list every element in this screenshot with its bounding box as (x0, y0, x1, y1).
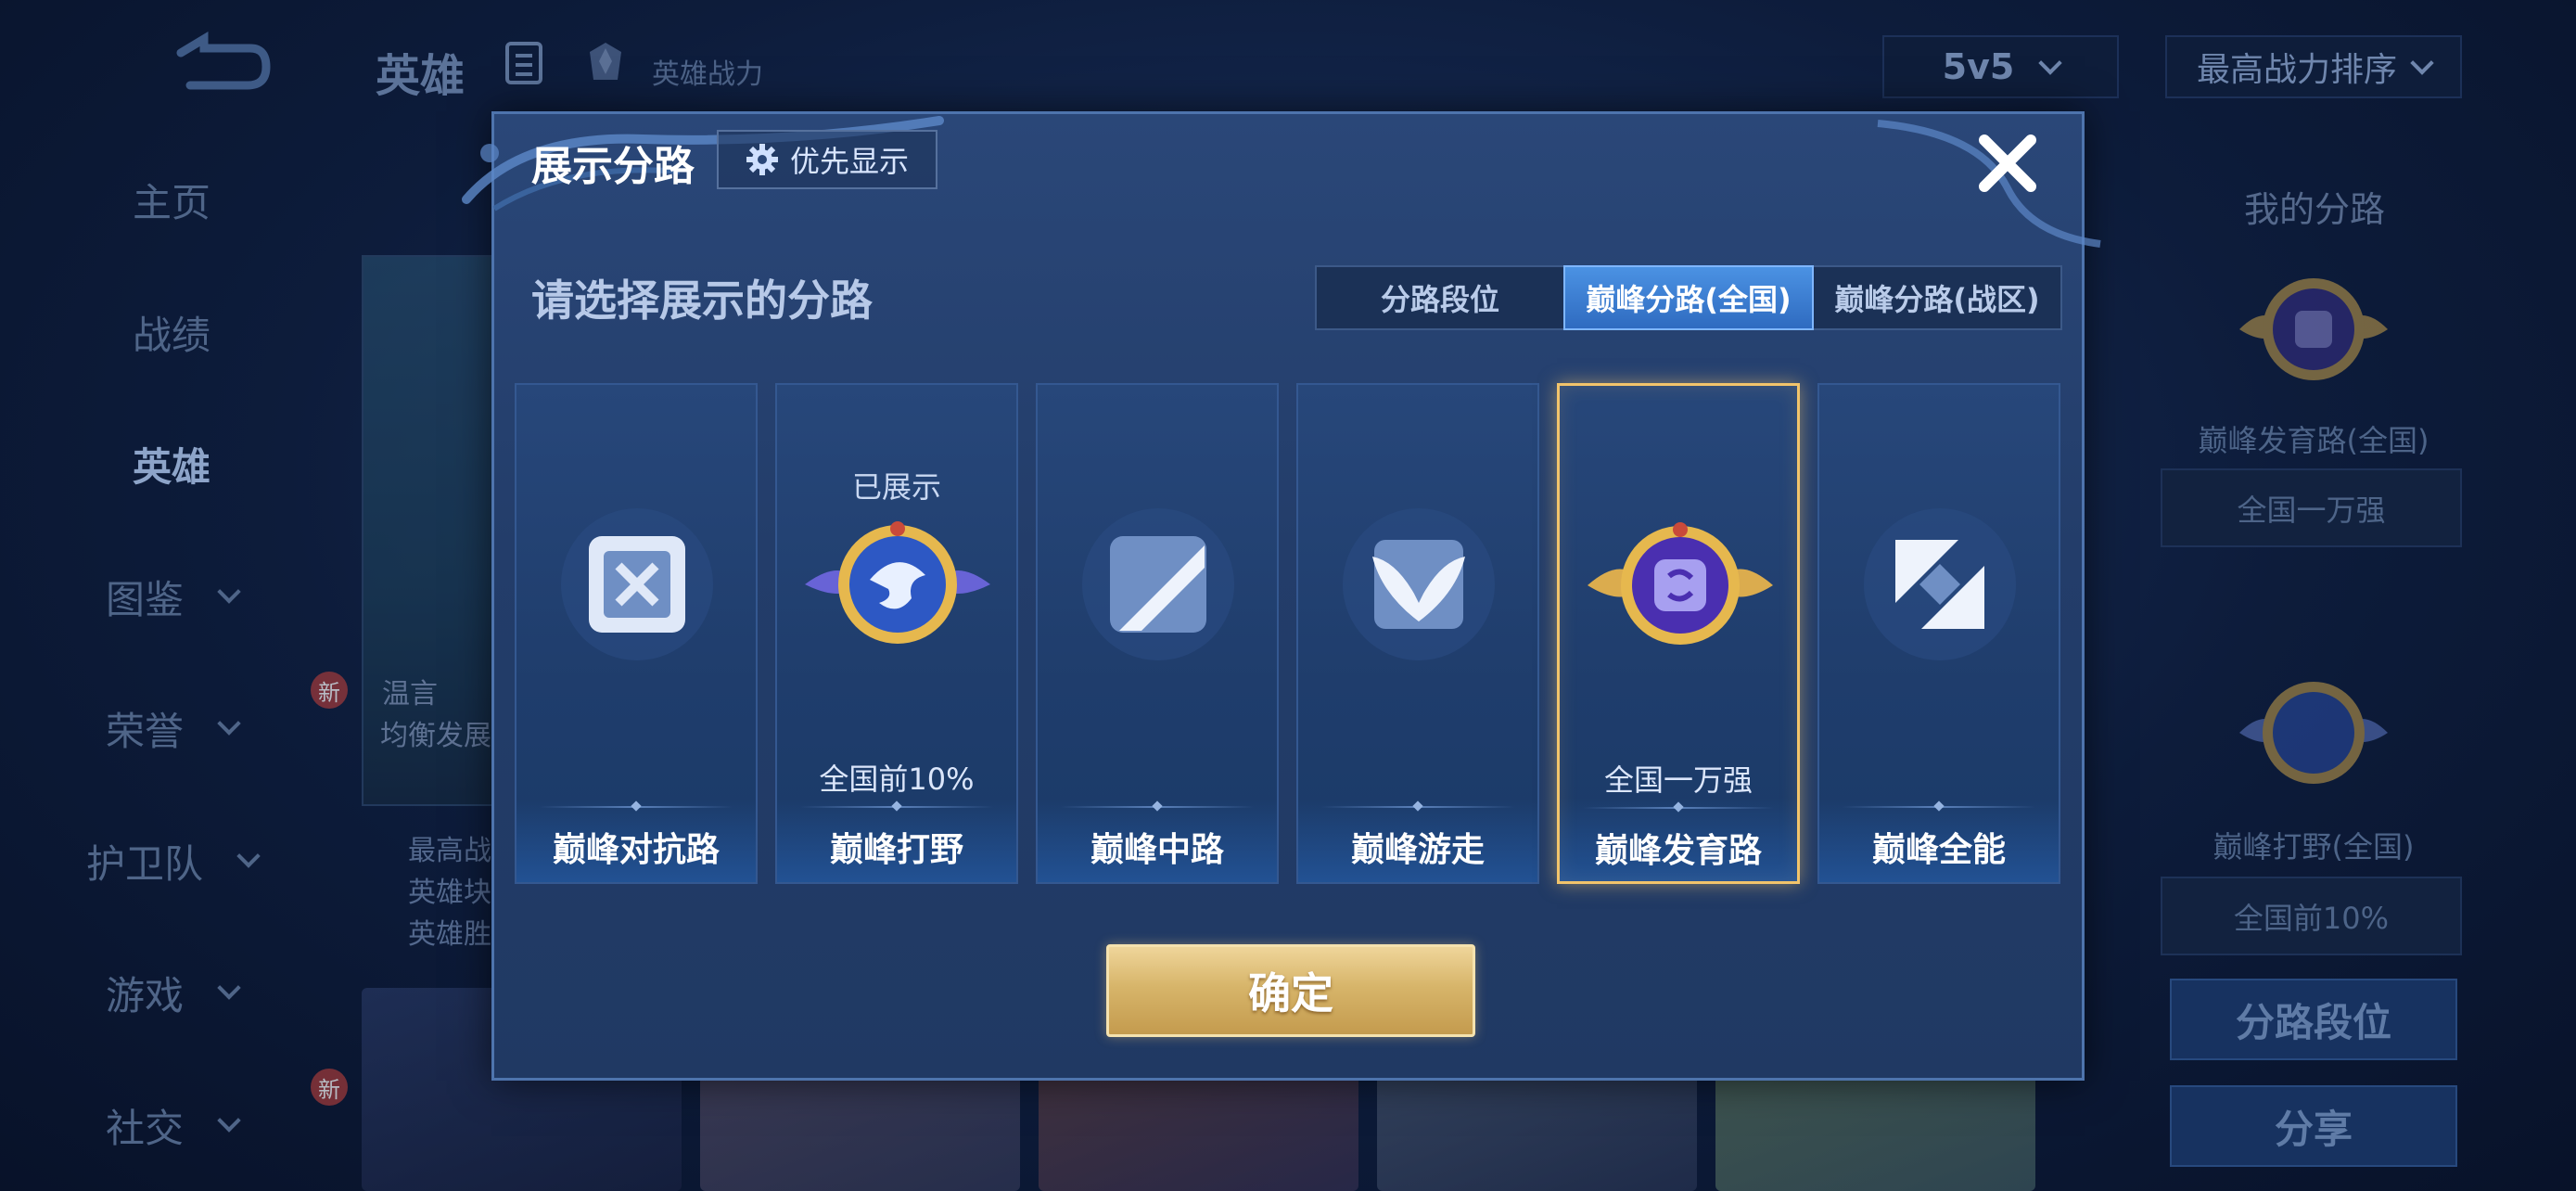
divider (540, 806, 733, 808)
chevron-down-icon (217, 1108, 241, 1133)
sidebar-item-label: 英雄 (132, 443, 210, 490)
sort-select[interactable]: 最高战力排序 (2165, 35, 2462, 98)
sidebar-item-label: 主页 (132, 179, 210, 225)
modal-title: 展示分路 (531, 143, 695, 190)
new-badge: 新 (311, 672, 348, 709)
my-lanes-title: 我的分路 (2244, 189, 2386, 230)
my-lane-2-name: 巅峰打野(全国) (2213, 829, 2415, 864)
jungle-rank-emblem-icon (805, 521, 990, 644)
chevron-down-icon (2038, 51, 2063, 75)
divider (1321, 806, 1514, 808)
sidebar-item-honor[interactable]: 荣誉 (0, 691, 343, 765)
hero-stat-line: 英雄块 (408, 877, 491, 909)
hero-power-label[interactable]: 英雄战力 (652, 51, 763, 92)
sidebar-item-records[interactable]: 战绩 (0, 295, 343, 369)
sidebar-item-label: 战绩 (132, 312, 210, 358)
share-button-label: 分享 (2274, 1106, 2353, 1152)
lane-rank-button[interactable]: 分路段位 (2170, 979, 2457, 1060)
divider (800, 806, 993, 808)
hero-role: 均衡发展 (380, 720, 491, 752)
sidebar-item-social[interactable]: 社交 (0, 1088, 343, 1162)
sidebar-item-label: 社交 (105, 1105, 184, 1151)
lane-name: 巅峰对抗路 (552, 831, 720, 869)
page-title: 英雄 (376, 50, 465, 102)
jungle-rank-emblem-icon (2239, 682, 2388, 784)
my-lane-2-rank: 全国前10% (2161, 877, 2462, 955)
lane-card-farm[interactable]: 全国一万强 巅峰发育路 (1557, 383, 1800, 884)
lane-name: 巅峰中路 (1090, 831, 1224, 869)
lane-rank-button-label: 分路段位 (2235, 999, 2391, 1045)
priority-display-label: 优先显示 (789, 144, 909, 179)
hero-stat-line: 最高战 (408, 835, 491, 867)
sidebar-item-label: 图鉴 (105, 576, 184, 622)
lane-display-modal: 展示分路 优先显示 请选择展示的分路 分路段位 巅峰分路(全国) 巅峰分路(战区… (462, 111, 2101, 1081)
new-badge: 新 (311, 1069, 348, 1106)
chevron-down-icon (217, 976, 241, 1000)
priority-display-button[interactable]: 优先显示 (717, 130, 937, 189)
lane-name: 巅峰全能 (1871, 831, 2006, 869)
confirm-button-label: 确定 (1248, 968, 1333, 1018)
chevron-down-icon (236, 844, 261, 868)
tab-lane-rank[interactable]: 分路段位 (1317, 267, 1563, 328)
roam-lane-icon (1343, 508, 1495, 660)
lane-card-jungle[interactable]: 已展示 全国前10% 巅峰打野 (775, 383, 1018, 884)
tab-peak-lane-region[interactable]: 巅峰分路(战区) (1814, 267, 2060, 328)
my-lane-1-name: 巅峰发育路(全国) (2198, 423, 2429, 458)
close-icon[interactable] (1975, 131, 2040, 196)
share-button[interactable]: 分享 (2170, 1085, 2457, 1167)
lane-name: 巅峰发育路 (1594, 832, 1762, 870)
my-lane-1-rank-label: 全国一万强 (2237, 492, 2386, 528)
lane-card-list: 巅峰对抗路 已展示 全国前10% 巅峰打野 巅峰中路 巅峰游走 全国一万强 巅峰… (515, 383, 2072, 884)
back-icon[interactable] (162, 30, 274, 95)
sidebar-item-label: 荣誉 (105, 708, 184, 754)
hero-stat-line: 英雄胜 (408, 918, 491, 951)
lane-name: 巅峰打野 (829, 831, 963, 869)
divider (1061, 806, 1254, 808)
sidebar-item-games[interactable]: 游戏 (0, 955, 343, 1030)
sort-select-value: 最高战力排序 (2196, 51, 2397, 89)
lane-card-mid[interactable]: 巅峰中路 (1036, 383, 1279, 884)
lane-card-roam[interactable]: 巅峰游走 (1296, 383, 1539, 884)
my-lane-2-rank-label: 全国前10% (2233, 900, 2390, 936)
lane-name: 巅峰游走 (1350, 831, 1485, 869)
list-icon[interactable] (505, 42, 542, 84)
lane-card-allround[interactable]: 巅峰全能 (1817, 383, 2060, 884)
gear-icon (746, 144, 778, 175)
divider (1843, 806, 2035, 808)
confirm-button[interactable]: 确定 (1106, 944, 1475, 1037)
sidebar-item-heroes[interactable]: 英雄 (0, 427, 343, 501)
sidebar-item-codex[interactable]: 图鉴 (0, 559, 343, 634)
lane-rank: 全国一万强 (1603, 762, 1753, 798)
mid-lane-icon (1082, 508, 1234, 660)
sidebar-item-label: 护卫队 (85, 840, 203, 887)
mode-select-value: 5v5 (1942, 46, 2015, 87)
chevron-down-icon (217, 580, 241, 604)
farm-rank-emblem-icon (1588, 522, 1773, 645)
sidebar-item-home[interactable]: 主页 (0, 162, 343, 237)
tab-peak-lane-national[interactable]: 巅峰分路(全国) (1563, 265, 1814, 330)
divider (1583, 807, 1774, 809)
hero-stats: 最高战 英雄块 英雄胜 (408, 830, 491, 955)
allround-lane-icon (1864, 508, 2016, 660)
top-lane-icon (561, 508, 713, 660)
chevron-down-icon (217, 711, 241, 736)
modal-subtitle: 请选择展示的分路 (531, 275, 873, 326)
hero-power-icon[interactable] (584, 39, 627, 83)
sidebar-item-guard-team[interactable]: 护卫队 (0, 824, 343, 898)
jungle-rank-emblem-icon (2239, 278, 2388, 380)
lane-card-top[interactable]: 巅峰对抗路 (515, 383, 758, 884)
my-lane-1-rank: 全国一万强 (2161, 468, 2462, 547)
sidebar-item-label: 游戏 (105, 972, 184, 1018)
chevron-down-icon (2410, 51, 2434, 75)
lane-rank: 全国前10% (819, 762, 975, 797)
mode-select[interactable]: 5v5 (1882, 35, 2119, 98)
hero-name: 温言 (382, 678, 438, 711)
lane-tabs: 分路段位 巅峰分路(全国) 巅峰分路(战区) (1315, 265, 2062, 330)
